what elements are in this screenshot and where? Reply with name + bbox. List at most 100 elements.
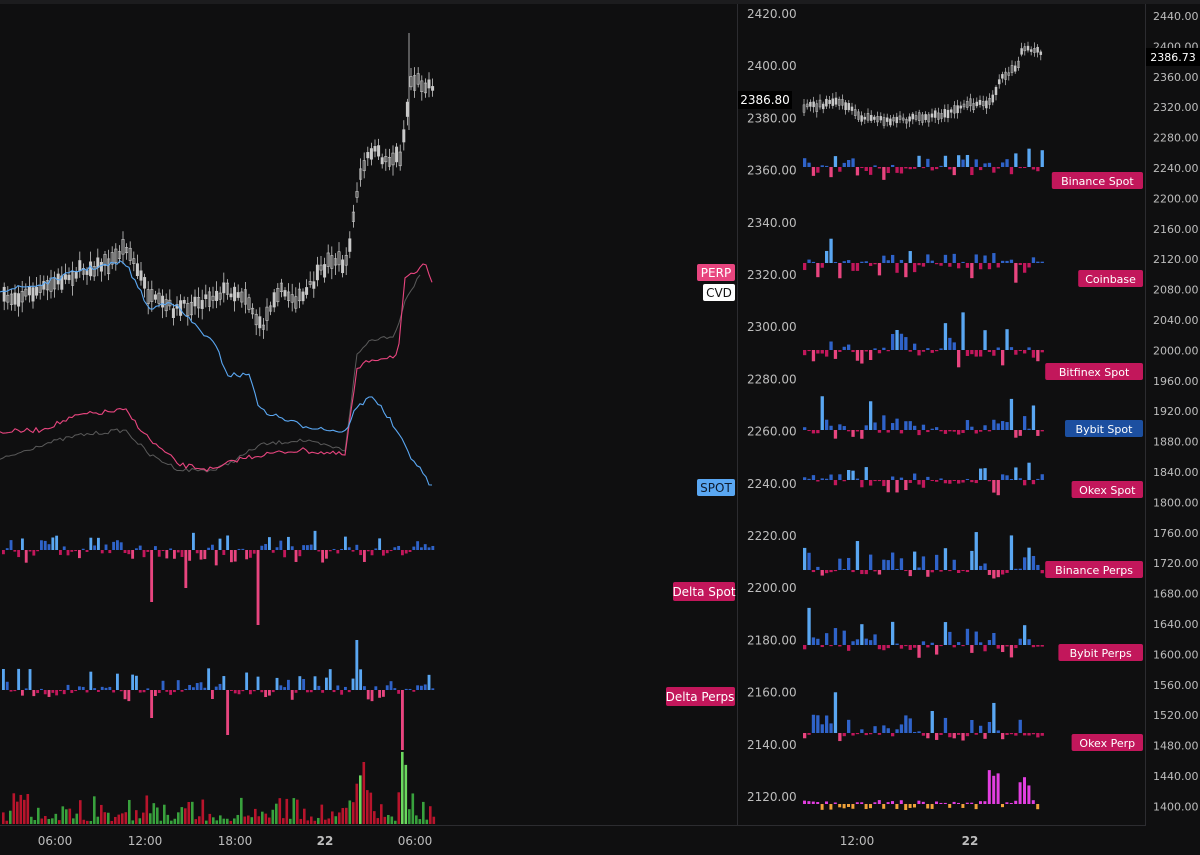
volume-bar	[1036, 804, 1040, 810]
delta-bar	[970, 426, 974, 430]
delta-bar	[1036, 430, 1040, 436]
delta-bar	[1014, 153, 1018, 167]
delta-bar	[1040, 261, 1044, 263]
volume-bar	[425, 819, 429, 824]
delta-bar	[188, 550, 192, 561]
delta-bar	[1001, 570, 1005, 575]
delta-bar	[882, 167, 886, 180]
delta-bar	[864, 570, 868, 575]
delta-bar	[829, 723, 833, 733]
volume-bar	[926, 804, 930, 809]
delta-bar	[992, 702, 996, 733]
candle-body	[35, 286, 39, 296]
volume-bar	[825, 801, 828, 804]
delta-bar	[965, 733, 970, 737]
volume-bar	[362, 761, 366, 824]
svg-text:PERP: PERP	[701, 266, 731, 280]
volume-bar	[261, 811, 264, 824]
exchange-panel	[803, 462, 1044, 496]
delta-bar	[370, 690, 374, 702]
delta-bar	[987, 480, 992, 482]
price-tick: 2240.00	[1153, 162, 1199, 175]
price-tick: 1440.00	[1153, 770, 1199, 783]
delta-bar	[974, 532, 978, 570]
price-tick: 2200.00	[1153, 192, 1199, 205]
delta-bar	[1036, 167, 1040, 172]
price-tick: 2440.00	[1153, 10, 1199, 23]
delta-bar	[992, 350, 996, 356]
delta-bar	[1009, 167, 1014, 175]
price-tick: 2360.00	[747, 164, 797, 178]
delta-bar	[420, 685, 423, 690]
volume-bar	[303, 808, 306, 824]
volume-bar	[429, 806, 432, 824]
delta-bar	[112, 690, 116, 693]
delta-bar	[47, 544, 51, 550]
candle-body	[812, 101, 815, 108]
delta-bar	[70, 690, 74, 693]
delta-bar	[895, 263, 899, 273]
delta-bar	[992, 632, 996, 645]
delta-bar	[104, 687, 108, 690]
exchange-panel	[803, 312, 1044, 368]
exchange-panel	[803, 148, 1044, 180]
candle-body	[1013, 65, 1017, 72]
delta-bar	[1014, 568, 1018, 570]
delta-bar	[943, 254, 948, 263]
exchange-tag-label: Binance Spot	[1061, 175, 1134, 188]
delta-bar	[309, 544, 313, 550]
delta-bar	[825, 715, 829, 733]
delta-bar	[961, 733, 965, 741]
volume-bar	[177, 812, 180, 824]
candle-body	[373, 146, 377, 152]
candle-body	[99, 261, 103, 272]
bottom-volume-panel	[803, 770, 1040, 810]
volume-bar	[390, 816, 394, 824]
volume-bar	[979, 801, 982, 804]
delta-bar	[965, 628, 970, 645]
delta-bar	[935, 350, 939, 352]
delta-bar	[948, 570, 952, 572]
delta-bar	[851, 733, 855, 736]
delta-bar	[359, 550, 363, 556]
delta-bar	[842, 630, 846, 645]
delta-bar	[908, 421, 912, 430]
delta-bar	[952, 559, 956, 570]
delta-bar	[943, 548, 948, 570]
volume-bar	[103, 812, 107, 824]
chart-canvas[interactable]: 06:00 12:00 18:00 22 06:00 2420.00 2400.00 238…	[0, 0, 1200, 855]
price-tick: 2400.00	[747, 59, 797, 73]
delta-bar	[807, 350, 811, 352]
delta-bar	[431, 545, 435, 550]
delta-bar	[13, 550, 17, 552]
delta-bar	[873, 570, 877, 572]
exchange-delta-panels	[803, 148, 1044, 810]
delta-bar	[1018, 263, 1022, 266]
volume-bar	[40, 818, 44, 824]
volume-bar	[135, 810, 138, 824]
price-tick: 1760.00	[1153, 527, 1199, 540]
delta-bar	[803, 547, 807, 570]
delta-bar	[917, 263, 921, 266]
delta-bar	[370, 550, 374, 556]
delta-bar	[161, 680, 165, 690]
delta-bar	[1027, 547, 1031, 570]
volume-bar	[131, 820, 135, 824]
delta-bar	[899, 430, 904, 434]
delta-bar	[328, 669, 332, 690]
candle-body	[380, 157, 384, 165]
delta-bar	[408, 550, 412, 552]
delta-bar	[869, 640, 873, 645]
delta-bar	[917, 567, 921, 570]
price-tick: 1720.00	[1153, 557, 1199, 570]
delta-bar	[983, 163, 987, 167]
delta-bar	[1005, 645, 1009, 647]
delta-bar	[21, 690, 24, 696]
delta-bar	[355, 544, 359, 550]
delta-bar	[904, 570, 908, 572]
volume-bar	[250, 817, 254, 824]
exchange-tag-label: Bybit Perps	[1070, 647, 1132, 660]
delta-bar	[838, 424, 842, 430]
delta-bar	[855, 350, 860, 361]
delta-bar	[926, 348, 930, 350]
